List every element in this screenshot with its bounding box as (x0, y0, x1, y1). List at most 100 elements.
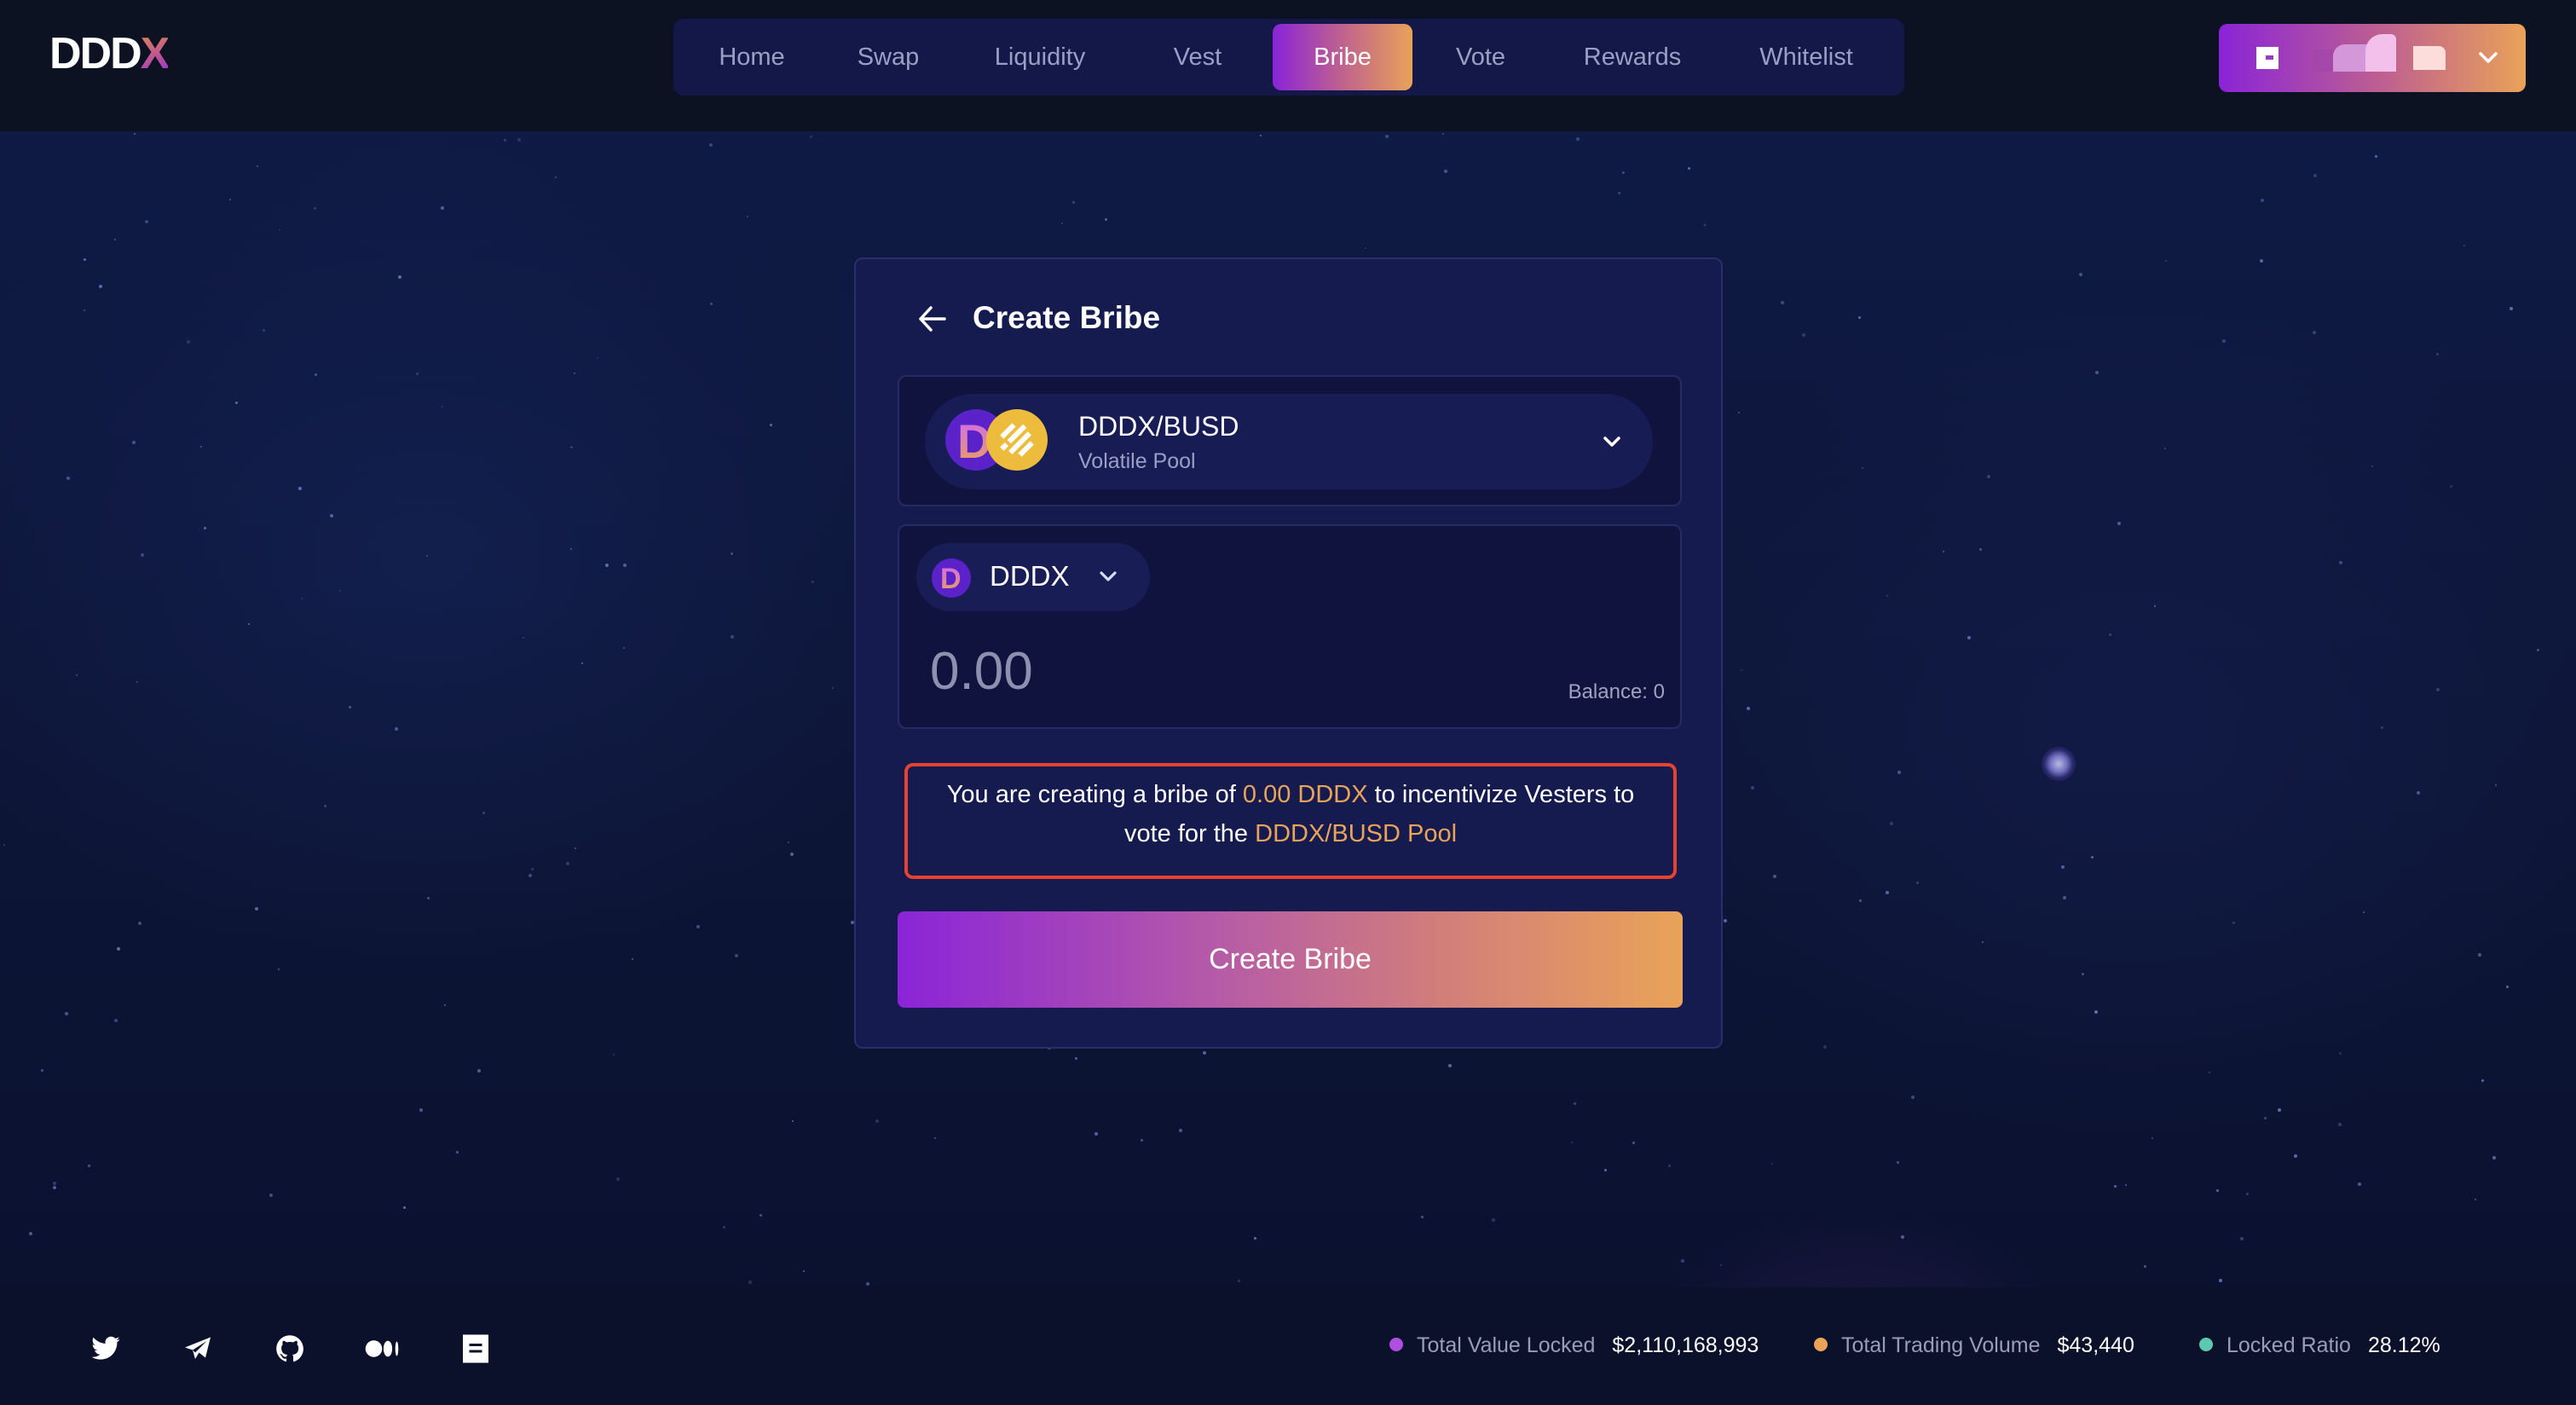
star (204, 527, 206, 529)
star (2063, 896, 2066, 899)
star (255, 907, 258, 911)
star (442, 406, 443, 408)
star (2165, 260, 2167, 262)
star (531, 868, 534, 870)
star (456, 1151, 459, 1153)
star (1911, 1096, 1915, 1099)
stat-total-value-locked: Total Value Locked $2,110,168,993 (1389, 1328, 1759, 1362)
star (2216, 1189, 2219, 1192)
star (2436, 688, 2440, 691)
star (832, 687, 834, 689)
star (1203, 1051, 1206, 1055)
star (419, 1108, 423, 1112)
star (1897, 771, 1901, 774)
star (1704, 224, 1706, 226)
nav-whitelist[interactable]: Whitelist (1717, 24, 1896, 90)
chevron-down-icon (1603, 437, 1620, 447)
star (269, 1194, 273, 1197)
token-amount-box: D DDDX Balance: 0 (898, 524, 1682, 729)
star (2094, 1010, 2098, 1014)
star (2222, 339, 2226, 343)
stat-dot (1814, 1338, 1828, 1352)
star (1901, 1235, 1904, 1239)
star (145, 220, 148, 223)
star (2475, 1199, 2476, 1200)
wallet-button[interactable] (2219, 24, 2526, 92)
telegram-icon[interactable] (182, 1333, 213, 1364)
star (314, 207, 316, 210)
page-title: Create Bribe (973, 300, 1161, 335)
star (2264, 1117, 2267, 1119)
star (2338, 1123, 2342, 1126)
pool-name: DDDX/BUSD (1078, 411, 1239, 442)
star (2481, 1079, 2484, 1082)
nav-home[interactable]: Home (680, 24, 823, 90)
star (200, 446, 202, 448)
star (1075, 1057, 1077, 1060)
star (2510, 307, 2513, 310)
docs-icon[interactable] (460, 1333, 491, 1364)
star (1421, 1216, 1424, 1218)
star (66, 477, 70, 480)
star (1254, 1237, 1256, 1240)
star (2463, 245, 2465, 246)
star (792, 1120, 794, 1122)
dddx-token-icon: D (932, 558, 971, 598)
star (2375, 155, 2377, 158)
nav-vest[interactable]: Vest (1134, 24, 1262, 90)
nav-vote[interactable]: Vote (1417, 24, 1545, 90)
stat-locked-ratio: Locked Ratio 28.12% (2199, 1328, 2440, 1362)
star (1604, 1169, 1607, 1171)
stat-value: $43,440 (2057, 1333, 2134, 1357)
star (248, 623, 250, 625)
star (1095, 1132, 1098, 1136)
star (482, 812, 485, 814)
star (1571, 1142, 1573, 1143)
nav-bribe[interactable]: Bribe (1273, 24, 1412, 90)
star (1444, 170, 1447, 173)
token-select-dropdown[interactable]: D DDDX (916, 543, 1150, 611)
nav-rewards[interactable]: Rewards (1551, 24, 1713, 90)
star (581, 662, 583, 664)
star (2246, 1193, 2249, 1195)
star (1385, 135, 1389, 138)
nav-swap[interactable]: Swap (829, 24, 948, 90)
star (1823, 1045, 1827, 1049)
token-symbol: DDDX (990, 560, 1070, 592)
star (1260, 135, 1262, 136)
github-icon[interactable] (274, 1333, 305, 1364)
star (2164, 448, 2166, 449)
star (339, 590, 341, 592)
star (1072, 201, 1075, 204)
star (2339, 561, 2342, 564)
star (709, 143, 713, 147)
stat-label: Total Trading Volume (1841, 1333, 2041, 1357)
star (1967, 636, 1971, 639)
summary-prefix: You are creating a bribe of (946, 781, 1243, 808)
star (1781, 301, 1784, 304)
star (810, 136, 812, 138)
create-bribe-button[interactable]: Create Bribe (898, 911, 1683, 1008)
twitter-icon[interactable] (90, 1333, 121, 1364)
star (2209, 1072, 2210, 1073)
star (2506, 986, 2509, 988)
star (788, 841, 789, 843)
summary-amount: 0.00 DDDX (1242, 781, 1368, 808)
star (1492, 1218, 1495, 1222)
pool-select-dropdown[interactable]: D DDDX/BUSD Volatile Pool (925, 394, 1653, 489)
pool-type: Volatile Pool (1078, 449, 1196, 473)
arrow-left-icon[interactable] (915, 302, 950, 336)
star (1859, 899, 1862, 902)
dddx-logo[interactable]: DDDX (49, 32, 170, 76)
main-nav: Home Swap Liquidity Vest Bribe Vote Rewa… (673, 19, 1904, 95)
star (229, 199, 231, 200)
star (1741, 669, 1742, 671)
star (403, 1206, 406, 1209)
star (1622, 171, 1625, 174)
medium-icon[interactable] (365, 1333, 401, 1364)
nav-liquidity[interactable]: Liquidity (955, 24, 1125, 90)
star (1688, 167, 1690, 170)
amount-input[interactable] (930, 637, 1441, 705)
star (566, 862, 569, 865)
star (696, 925, 700, 928)
